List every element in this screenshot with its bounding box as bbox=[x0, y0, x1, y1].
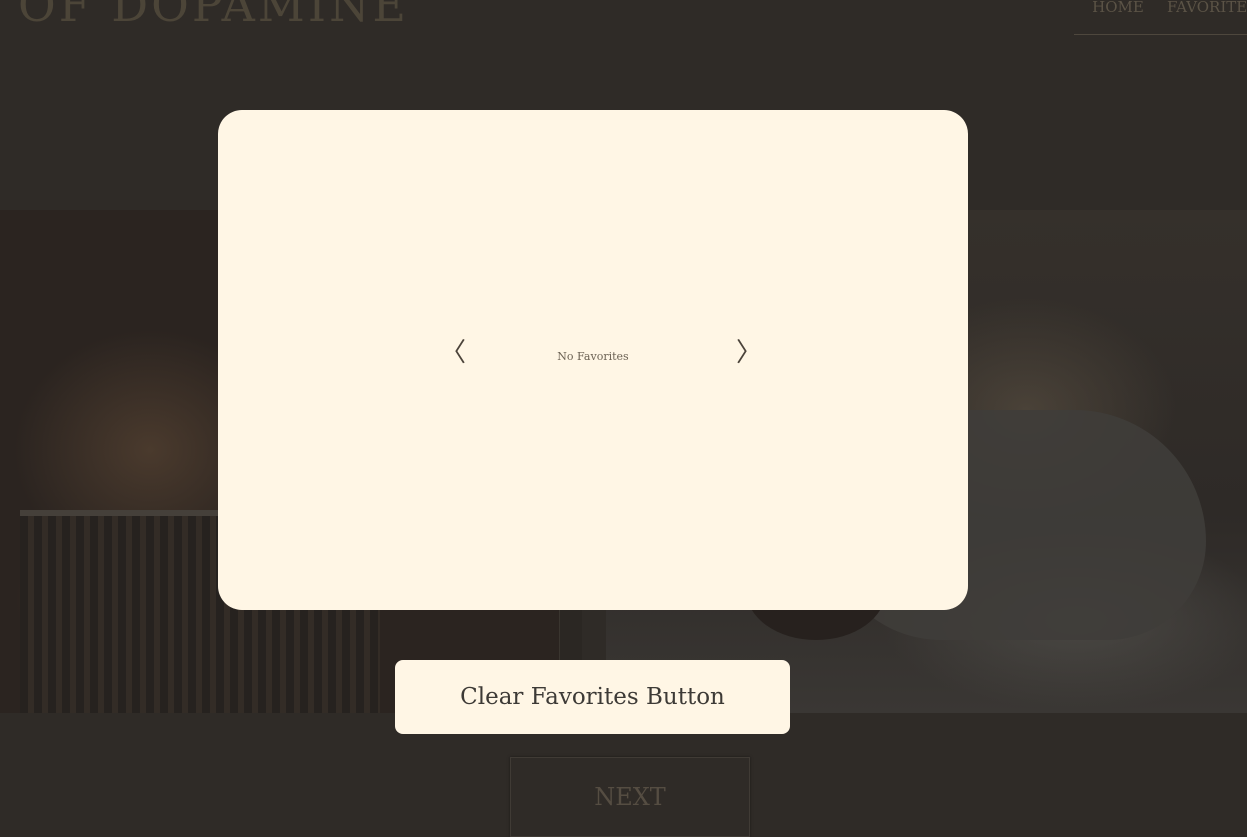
carousel-prev-icon[interactable]: 〈 bbox=[440, 335, 466, 371]
next-button[interactable]: NEXT bbox=[510, 757, 750, 837]
nav-home-link[interactable]: HOME bbox=[1074, 0, 1162, 35]
empty-favorites-message: No Favorites bbox=[557, 350, 629, 363]
favorites-modal: 〈 No Favorites 〉 bbox=[218, 110, 968, 610]
carousel-next-icon[interactable]: 〉 bbox=[736, 335, 762, 371]
site-logo: OF DOPAMINE bbox=[18, 0, 409, 32]
nav-favorites-link[interactable]: FAVORITES bbox=[1155, 0, 1247, 35]
clear-favorites-button[interactable]: Clear Favorites Button bbox=[395, 660, 790, 734]
